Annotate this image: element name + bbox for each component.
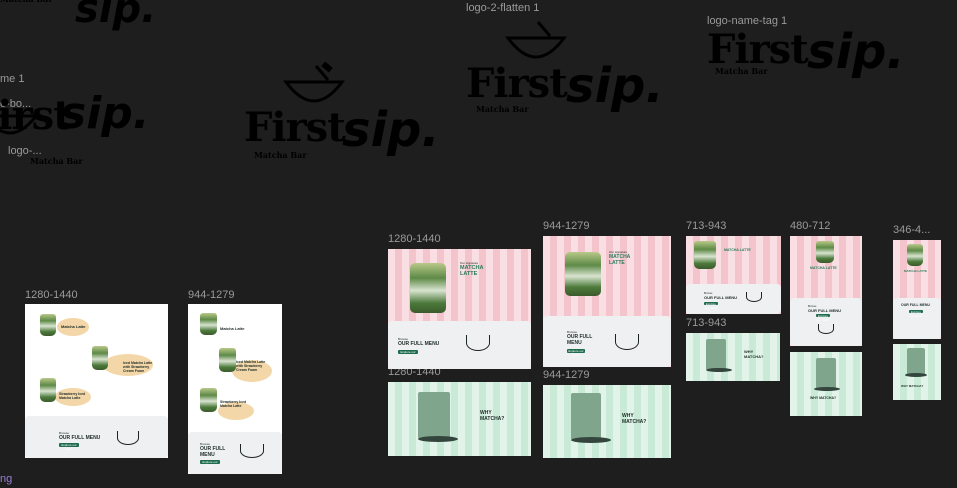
frame-hero-346[interactable]: MATCHA LATTE OUR FULL MENU Explore our m… xyxy=(893,240,941,339)
logo-top-left-partial[interactable]: sip. Matcha Bar xyxy=(0,0,180,36)
matcha-bowl-icon xyxy=(466,335,490,351)
explore-menu-button[interactable]: Explore our menu xyxy=(909,310,923,318)
drink-image xyxy=(200,313,217,335)
drink-image xyxy=(907,244,923,266)
explore-menu-button[interactable]: Explore our menu xyxy=(59,443,79,451)
shadow xyxy=(706,368,732,372)
frame-hero-480[interactable]: MATCHA LATTE Browse OUR FULL MENU Explor… xyxy=(790,236,862,346)
explore-menu-button[interactable]: Explore our menu xyxy=(398,350,418,358)
logo-center[interactable]: First sip. Matcha Bar xyxy=(244,62,440,182)
drink-image xyxy=(200,388,217,412)
frame-menu-1280[interactable]: Matcha Latte Iced Matcha Latte with Stra… xyxy=(25,304,168,458)
matcha-bowl-icon xyxy=(117,431,139,445)
frame-hero-713[interactable]: MATCHA LATTE Browse OUR FULL MENU Explor… xyxy=(686,236,781,314)
logo-left-partial[interactable]: First sip. Matcha Bar xyxy=(0,86,160,166)
frame-why-713[interactable]: WHY MATCHA? xyxy=(686,333,780,381)
frame-why-480[interactable]: WHY MATCHA? xyxy=(790,352,862,416)
frame-label[interactable]: 713-943 xyxy=(686,317,726,329)
frame-hero-1280[interactable]: Our signature MATCHA LATTE Browse OUR FU… xyxy=(388,249,531,369)
frame-label[interactable]: 1280-1440 xyxy=(25,289,78,301)
drink-image xyxy=(40,378,56,402)
menu-panel xyxy=(790,298,862,346)
logo-2-flatten[interactable]: First sip. Matcha Bar xyxy=(466,18,666,128)
frame-why-944[interactable]: WHY MATCHA? xyxy=(543,385,671,458)
frame-label[interactable]: 713-943 xyxy=(686,220,726,232)
drink-image xyxy=(410,263,446,313)
matcha-bowl-icon xyxy=(818,324,834,334)
drink-image xyxy=(816,241,834,263)
frame-label[interactable]: 944-1279 xyxy=(543,369,590,381)
menu-panel xyxy=(543,316,671,367)
matcha-bowl-icon xyxy=(746,292,762,302)
frame-why-346[interactable]: WHY MATCHA? xyxy=(893,344,941,400)
frame-label[interactable]: 1280-1440 xyxy=(388,233,441,245)
frame-menu-944[interactable]: Matcha Latte Iced Matcha Latte with Stra… xyxy=(188,304,282,474)
drink-image xyxy=(92,346,108,370)
layer-label-ng[interactable]: ng xyxy=(0,473,12,485)
layer-label-me-1[interactable]: me 1 xyxy=(0,73,24,85)
frame-hero-944[interactable]: Our signature MATCHA LATTE Browse OUR FU… xyxy=(543,236,671,367)
matcha-bag-image xyxy=(571,393,601,439)
matcha-bag-image xyxy=(816,358,836,388)
explore-menu-button[interactable]: Explore our menu xyxy=(704,302,718,310)
explore-menu-button[interactable]: Explore our menu xyxy=(200,460,220,468)
drink-image xyxy=(40,314,56,336)
matcha-bag-image xyxy=(706,339,726,369)
frame-label[interactable]: 944-1279 xyxy=(543,220,590,232)
frame-label[interactable]: 480-712 xyxy=(790,220,830,232)
matcha-bowl-icon xyxy=(615,334,639,350)
matcha-bag-image xyxy=(907,348,925,374)
drink-image xyxy=(694,241,716,269)
frame-why-1280[interactable]: WHY MATCHA? xyxy=(388,382,531,456)
shadow xyxy=(571,437,611,443)
shadow xyxy=(905,373,927,377)
frame-label[interactable]: 346-4... xyxy=(893,224,930,236)
shadow xyxy=(814,387,840,391)
layer-label-logo-2-flatten[interactable]: logo-2-flatten 1 xyxy=(466,2,539,14)
matcha-bag-image xyxy=(418,392,450,438)
matcha-bowl-icon xyxy=(240,444,264,458)
frame-label[interactable]: 944-1279 xyxy=(188,289,235,301)
logo-name-tag[interactable]: First sip. Matcha Bar xyxy=(707,24,907,106)
shadow xyxy=(418,436,458,442)
explore-menu-button[interactable]: Explore our menu xyxy=(567,349,585,357)
drink-image xyxy=(219,348,236,372)
drink-image xyxy=(565,252,601,296)
explore-menu-button[interactable]: Explore our menu xyxy=(816,314,830,322)
